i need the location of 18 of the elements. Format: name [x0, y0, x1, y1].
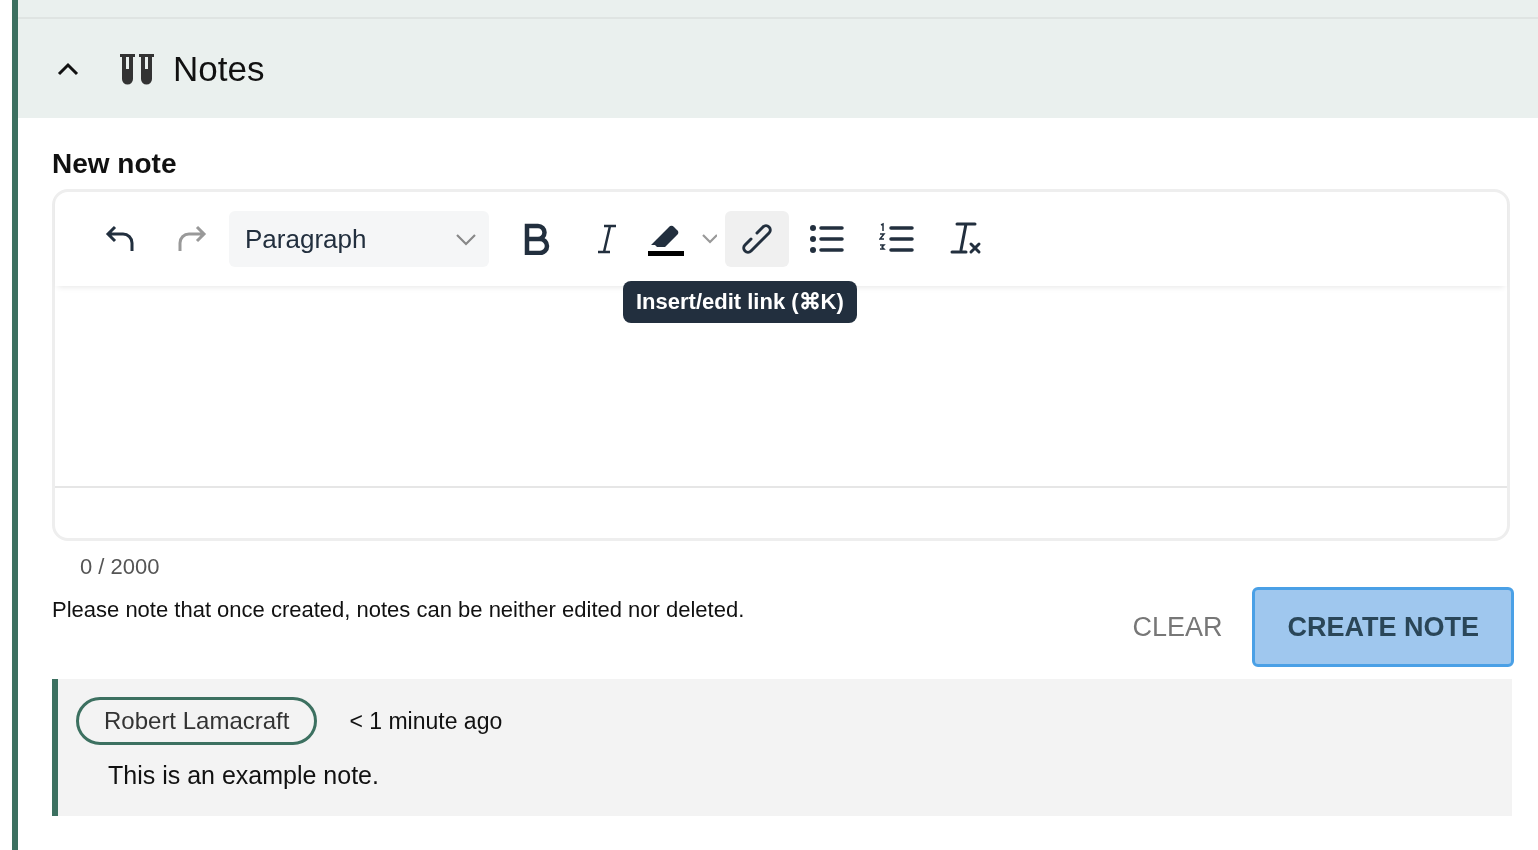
chevron-down-icon — [455, 232, 477, 246]
note-text: This is an example note. — [107, 760, 380, 790]
clear-button[interactable]: CLEAR — [1102, 587, 1253, 667]
bulleted-list-icon — [809, 223, 845, 255]
note-time: < 1 minute ago — [349, 707, 503, 735]
bold-icon — [523, 223, 551, 255]
author-chip: Robert Lamacraft — [76, 697, 318, 745]
field-label: New note — [52, 148, 178, 180]
section-title: Notes — [173, 48, 265, 89]
character-counter: 0 / 2000 — [79, 553, 161, 580]
link-button[interactable] — [725, 211, 789, 267]
format-dropdown[interactable]: Paragraph — [229, 211, 489, 267]
notice-text: Please note that once created, notes can be neither edited nor deleted. — [52, 596, 746, 623]
italic-icon — [595, 223, 619, 255]
test-tubes-icon — [119, 52, 155, 85]
tooltip: Insert/edit link (⌘K) — [623, 281, 857, 323]
create-note-button[interactable]: CREATE NOTE — [1252, 587, 1514, 667]
section-header[interactable]: Notes — [18, 19, 1538, 118]
